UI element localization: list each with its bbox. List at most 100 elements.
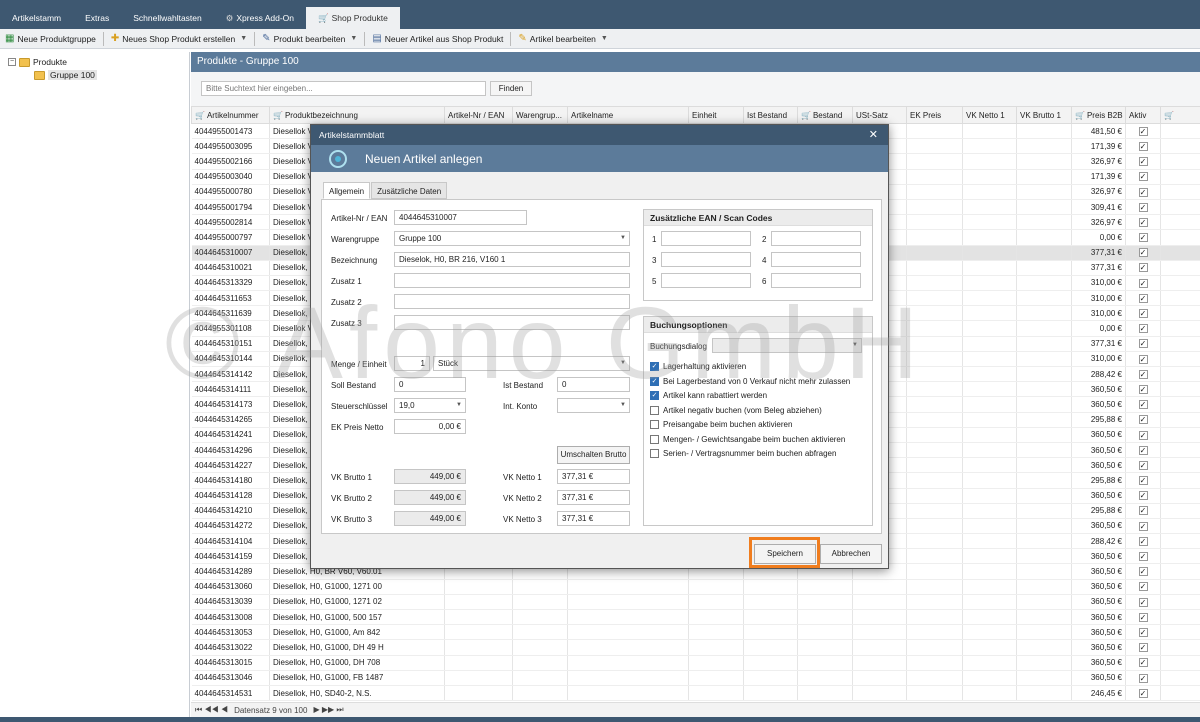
aktiv-checkbox[interactable]: ✓ <box>1138 217 1148 227</box>
tab-allgemein[interactable]: Allgemein <box>323 182 371 199</box>
aktiv-checkbox[interactable]: ✓ <box>1138 673 1148 683</box>
tab-shop-produkte[interactable]: 🛒 Shop Produkte <box>306 7 400 29</box>
tab-extras[interactable]: Extras <box>73 7 121 29</box>
column-header[interactable]: Artikel-Nr / EAN <box>444 106 513 124</box>
booking-option[interactable]: ✓ Bei Lagerbestand von 0 Verkauf nicht me… <box>650 376 850 386</box>
column-header[interactable]: Einheit <box>688 106 744 124</box>
aktiv-checkbox[interactable]: ✓ <box>1138 263 1148 273</box>
ean-code-5-field[interactable] <box>661 273 751 288</box>
aktiv-checkbox[interactable]: ✓ <box>1138 658 1148 668</box>
tab-schnellwahltasten[interactable]: Schnellwahltasten <box>121 7 214 29</box>
aktiv-checkbox[interactable]: ✓ <box>1138 643 1148 653</box>
ek-field[interactable]: 0,00 € <box>394 419 466 434</box>
tab-zusaetzliche-daten[interactable]: Zusätzliche Daten <box>371 182 448 199</box>
soll-field[interactable]: 0 <box>394 377 466 392</box>
konto-select[interactable]: ▼ <box>557 398 630 413</box>
column-header[interactable]: VK Brutto 1 <box>1016 106 1072 124</box>
booking-option[interactable]: Serien- / Vertragsnummer beim buchen abf… <box>650 449 836 458</box>
ean-code-6-field[interactable] <box>771 273 861 288</box>
aktiv-checkbox[interactable]: ✓ <box>1138 248 1148 258</box>
table-row[interactable]: 4044645313015 Diesellok, H0, G1000, DH 70… <box>191 655 1200 671</box>
aktiv-checkbox[interactable]: ✓ <box>1138 552 1148 562</box>
table-row[interactable]: 4044645313008 Diesellok, H0, G1000, 500 1… <box>191 609 1200 626</box>
booking-option[interactable]: Preisangabe beim buchen aktivieren <box>650 420 792 429</box>
column-header[interactable]: 🛒 <box>1160 106 1200 124</box>
umschalten-brutto-button[interactable]: Umschalten Brutto <box>557 446 630 464</box>
aktiv-checkbox[interactable]: ✓ <box>1138 293 1148 303</box>
booking-option[interactable]: ✓ Artikel kann rabattiert werden <box>650 391 767 400</box>
aktiv-checkbox[interactable]: ✓ <box>1138 460 1148 470</box>
aktiv-checkbox[interactable]: ✓ <box>1138 324 1148 334</box>
search-input[interactable]: Bitte Suchtext hier eingeben... <box>201 81 486 96</box>
ean-code-1-field[interactable] <box>661 231 751 246</box>
booking-option[interactable]: Artikel negativ buchen (vom Beleg abzieh… <box>650 405 822 415</box>
ean-code-4-field[interactable] <box>771 252 861 267</box>
tree-node-produkte[interactable]: − Produkte <box>8 57 67 67</box>
column-header[interactable]: VK Netto 1 <box>962 106 1017 124</box>
aktiv-checkbox[interactable]: ✓ <box>1138 339 1148 349</box>
aktiv-checkbox[interactable]: ✓ <box>1138 354 1148 364</box>
column-header[interactable]: 🛒 Bestand <box>797 106 853 124</box>
ist-field[interactable]: 0 <box>557 377 630 392</box>
vk-netto3-field[interactable]: 377,31 € <box>557 511 630 526</box>
chevron-down-icon[interactable]: ▼ <box>601 35 608 42</box>
aktiv-checkbox[interactable]: ✓ <box>1138 612 1148 622</box>
aktiv-checkbox[interactable]: ✓ <box>1138 521 1148 531</box>
chevron-down-icon[interactable]: ▼ <box>350 35 357 42</box>
table-row[interactable]: 4044645314531 Diesellok, H0, SD40-2, N.S.… <box>191 685 1200 702</box>
aktiv-checkbox[interactable]: ✓ <box>1138 567 1148 577</box>
column-header[interactable]: 🛒 Artikelnummer <box>191 106 270 124</box>
aktiv-checkbox[interactable]: ✓ <box>1138 582 1148 592</box>
aktiv-checkbox[interactable]: ✓ <box>1138 126 1148 136</box>
aktiv-checkbox[interactable]: ✓ <box>1138 688 1148 698</box>
checkbox[interactable]: ✓ <box>650 376 659 386</box>
new-product-group-button[interactable]: ▦ Neue Produktgruppe <box>0 29 101 49</box>
aktiv-checkbox[interactable]: ✓ <box>1138 309 1148 319</box>
aktiv-checkbox[interactable]: ✓ <box>1138 233 1148 243</box>
cancel-button[interactable]: Abbrechen <box>820 544 882 564</box>
table-row[interactable]: 4044645313053 Diesellok, H0, G1000, Am 84… <box>191 624 1200 641</box>
tree-node-gruppe-100[interactable]: Gruppe 100 <box>34 70 97 80</box>
vk-netto1-field[interactable]: 377,31 € <box>557 469 630 484</box>
close-icon[interactable]: ✕ <box>869 125 878 145</box>
nav-prev-buttons[interactable]: ⏮ ◀◀ ◀ <box>195 705 228 715</box>
ean-code-3-field[interactable] <box>661 252 751 267</box>
table-row[interactable]: 4044645313039 Diesellok, H0, G1000, 1271 … <box>191 594 1200 611</box>
bezeichnung-field[interactable]: Dieselok, H0, BR 216, V160 1 <box>394 252 630 267</box>
checkbox[interactable] <box>650 434 659 444</box>
tab-xpress-addon[interactable]: ⚙ Xpress Add-On <box>214 7 306 29</box>
aktiv-checkbox[interactable]: ✓ <box>1138 536 1148 546</box>
aktiv-checkbox[interactable]: ✓ <box>1138 597 1148 607</box>
aktiv-checkbox[interactable]: ✓ <box>1138 141 1148 151</box>
aktiv-checkbox[interactable]: ✓ <box>1138 476 1148 486</box>
checkbox[interactable]: ✓ <box>650 391 659 400</box>
aktiv-checkbox[interactable]: ✓ <box>1138 445 1148 455</box>
zusatz1-field[interactable] <box>394 273 630 288</box>
menge-field[interactable]: 1 <box>394 356 430 371</box>
column-header[interactable]: USt-Satz <box>852 106 907 124</box>
vk-netto2-field[interactable]: 377,31 € <box>557 490 630 505</box>
edit-article-button[interactable]: ✎ Artikel bearbeiten ▼ <box>513 29 612 49</box>
aktiv-checkbox[interactable]: ✓ <box>1138 400 1148 410</box>
aktiv-checkbox[interactable]: ✓ <box>1138 491 1148 501</box>
buchungsdialog-select[interactable]: ▼ <box>712 338 862 353</box>
column-header[interactable]: 🛒 Produktbezeichnung <box>269 106 445 124</box>
aktiv-checkbox[interactable]: ✓ <box>1138 506 1148 516</box>
edit-product-button[interactable]: ✎ Produkt bearbeiten ▼ <box>257 29 362 49</box>
aktiv-checkbox[interactable]: ✓ <box>1138 369 1148 379</box>
aktiv-checkbox[interactable]: ✓ <box>1138 172 1148 182</box>
aktiv-checkbox[interactable]: ✓ <box>1138 187 1148 197</box>
einheit-select[interactable]: Stück ▼ <box>433 356 630 371</box>
new-shop-product-button[interactable]: ✚ Neues Shop Produkt erstellen ▼ <box>106 29 252 49</box>
table-row[interactable]: 4044645313046 Diesellok, H0, G1000, FB 14… <box>191 670 1200 686</box>
steuer-select[interactable]: 19,0 ▼ <box>394 398 466 413</box>
checkbox[interactable] <box>650 405 659 415</box>
aktiv-checkbox[interactable]: ✓ <box>1138 202 1148 212</box>
checkbox[interactable] <box>650 449 659 458</box>
collapse-icon[interactable]: − <box>8 58 16 66</box>
column-header[interactable]: Warengrup... <box>512 106 568 124</box>
aktiv-checkbox[interactable]: ✓ <box>1138 415 1148 425</box>
aktiv-checkbox[interactable]: ✓ <box>1138 430 1148 440</box>
column-header[interactable]: Aktiv <box>1125 106 1161 124</box>
tab-artikelstamm[interactable]: Artikelstamm <box>0 7 73 29</box>
